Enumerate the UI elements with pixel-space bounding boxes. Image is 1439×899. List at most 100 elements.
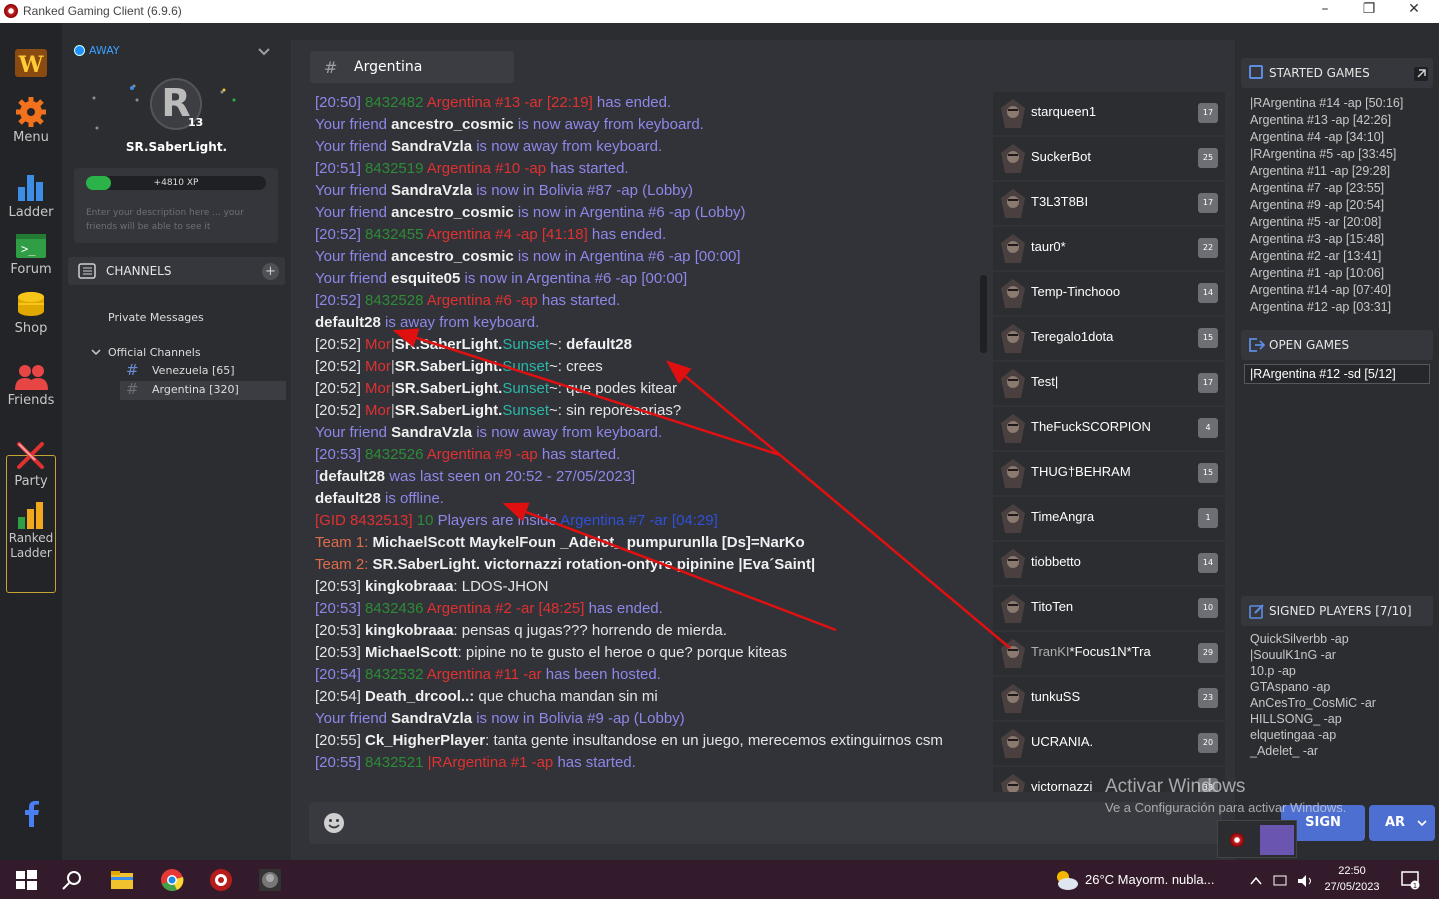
member-row[interactable]: T3L3T8BI 17 [993,182,1225,225]
channel-item-argentina[interactable]: # Argentina [320] [120,380,286,400]
nav-ladder[interactable]: Ladder [0,171,62,220]
nav-ranked-ladder[interactable]: Ranked Ladder [0,501,62,561]
search-icon[interactable] [60,868,84,892]
signed-player-item[interactable]: QuickSilverbb -ap [1250,631,1376,647]
channel-item-venezuela[interactable]: # Venezuela [65] [124,361,286,381]
message-segment[interactable]: ancestro_cosmic [391,116,514,133]
started-game-item[interactable]: |RArgentina #14 -ap [50:16] [1250,95,1403,112]
signed-player-item[interactable]: HILLSONG_ -ap [1250,711,1376,727]
message-segment[interactable]: SandraVzla [391,138,472,155]
member-row[interactable]: SuckerBot 25 [993,137,1225,180]
member-row[interactable]: starqueen1 17 [993,92,1225,135]
description-field[interactable]: Enter your description here ... your fri… [86,206,266,234]
chevron-down-icon[interactable] [258,48,270,56]
message-segment[interactable]: MichaelScott [365,644,458,661]
signed-players-list[interactable]: QuickSilverbb -ap |SouulK1nG -ar 10.p -ap G… [1250,631,1376,759]
started-games-list[interactable]: |RArgentina #14 -ap [50:16] Argentina #13… [1250,95,1403,325]
member-row[interactable]: Teregalo1dota 15 [993,317,1225,360]
chevron-down-icon[interactable] [91,349,101,356]
region-button[interactable]: AR [1369,805,1435,841]
started-game-item[interactable]: Argentina #13 -ap [42:26] [1250,112,1403,129]
close-button[interactable]: ✕ [1404,1,1424,21]
warcraft-taskbar-icon[interactable] [258,868,282,892]
message-input[interactable] [309,802,1222,844]
message-segment[interactable]: esquite05 [391,270,460,287]
started-game-item[interactable]: Argentina #7 -ap [23:55] [1250,180,1403,197]
started-games-header[interactable]: STARTED GAMES [1241,58,1433,88]
message-segment[interactable]: SR.SaberLight. [395,380,503,397]
message-segment[interactable]: MichaelScott MaykelFoun _Adelet_ pumpuru… [373,534,805,551]
facebook-link[interactable] [0,801,62,829]
nav-shop[interactable]: Shop [0,291,62,336]
chat-log[interactable]: [20:50] 8432482 Argentina #13 -ar [22:19… [315,92,965,797]
signed-player-item[interactable]: GTAspano -ap [1250,679,1376,695]
official-channels[interactable]: Official Channels [108,346,201,359]
external-link-icon[interactable] [1413,66,1429,82]
started-game-item[interactable]: |RArgentina #5 -ap [33:45] [1250,146,1403,163]
notifications-icon[interactable]: 1 [1400,870,1420,890]
member-row[interactable]: TimeAngra 1 [993,497,1225,540]
nav-forum[interactable]: >_ Forum [0,232,62,277]
restore-button[interactable]: ❐ [1359,1,1379,21]
message-segment[interactable]: ancestro_cosmic [391,204,514,221]
started-game-item[interactable]: Argentina #2 -ar [13:41] [1250,248,1403,265]
started-game-item[interactable]: Argentina #11 -ap [29:28] [1250,163,1403,180]
member-row[interactable]: THUG†BEHRAM 15 [993,452,1225,495]
member-row[interactable]: tiobbetto 14 [993,542,1225,585]
message-segment[interactable]: default28 [315,314,381,331]
started-game-item[interactable]: Argentina #9 -ap [20:54] [1250,197,1403,214]
weather-text[interactable]: 26°C Mayorm. nubla... [1085,872,1214,887]
member-row[interactable]: TheFuckSCORPION 4 [993,407,1225,450]
file-explorer-icon[interactable] [110,868,134,892]
tab-argentina[interactable]: # Argentina [310,51,514,83]
open-game-item[interactable]: |RArgentina #12 -sd [5/12] [1244,364,1430,384]
status-selector[interactable]: AWAY [74,44,120,57]
message-segment[interactable]: SR.SaberLight. [395,402,503,419]
nav-party[interactable]: Party [0,440,62,489]
started-game-item[interactable]: Argentina #14 -ap [07:40] [1250,282,1403,299]
started-game-item[interactable]: Argentina #12 -ap [03:31] [1250,299,1403,316]
signed-player-item[interactable]: |SouulK1nG -ar [1250,647,1376,663]
member-row[interactable]: UCRANIA. 20 [993,722,1225,765]
chrome-icon[interactable] [160,868,184,892]
windows-start-icon[interactable] [14,868,38,892]
nav-menu[interactable]: Menu [0,96,62,145]
private-messages[interactable]: Private Messages [108,311,204,324]
add-channel-button[interactable]: + [262,263,279,280]
minimize-button[interactable]: – [1315,1,1335,21]
app-tray-icon[interactable] [1230,833,1244,847]
started-game-item[interactable]: Argentina #4 -ap [34:10] [1250,129,1403,146]
started-game-item[interactable]: Argentina #1 -ap [10:06] [1250,265,1403,282]
message-segment[interactable]: Ck_HigherPlayer [365,732,485,749]
emoji-icon[interactable] [323,812,345,834]
member-row[interactable]: taur0* 22 [993,227,1225,270]
message-segment[interactable]: SR.SaberLight. [395,336,503,353]
nav-friends[interactable]: Friends [0,363,62,408]
signed-player-item[interactable]: 10.p -ap [1250,663,1376,679]
started-game-item[interactable]: Argentina #5 -ar [20:08] [1250,214,1403,231]
member-row[interactable]: TranKI*Focus1N*Tra 29 [993,632,1225,675]
feather-tray-icon[interactable] [1260,825,1294,855]
message-segment[interactable]: SandraVzla [391,424,472,441]
member-row[interactable]: Temp-Tinchooo 14 [993,272,1225,315]
member-row[interactable]: Test| 17 [993,362,1225,405]
signed-player-item[interactable]: _Adelet_ -ar [1250,743,1376,759]
open-games-header[interactable]: OPEN GAMES [1241,330,1433,360]
nav-logo[interactable]: W [0,47,62,81]
message-segment[interactable]: SandraVzla [391,182,472,199]
message-segment[interactable]: default28 [566,336,632,353]
message-segment[interactable]: kingkobraaa [365,578,453,595]
message-segment[interactable]: default28 [319,468,385,485]
signed-players-header[interactable]: SIGNED PLAYERS [7/10] [1241,596,1433,626]
message-segment[interactable]: SR.SaberLight. [395,358,503,375]
system-tray-icons[interactable] [1250,874,1330,888]
message-segment[interactable]: Death_drcool..: [365,688,474,705]
signed-player-item[interactable]: AnCesTro_CosMiC -ar [1250,695,1376,711]
member-row[interactable]: TitoTen 10 [993,587,1225,630]
started-game-item[interactable]: Argentina #3 -ap [15:48] [1250,231,1403,248]
member-row[interactable]: tunkuSS 23 [993,677,1225,720]
message-segment[interactable]: ancestro_cosmic [391,248,514,265]
signed-player-item[interactable]: elquetingaa -ap [1250,727,1376,743]
member-list[interactable]: starqueen1 17 SuckerBot 25 T3L3T8BI 17 taur0* 2… [993,92,1225,792]
taskbar-clock[interactable]: 22:50 27/05/2023 [1320,863,1384,895]
